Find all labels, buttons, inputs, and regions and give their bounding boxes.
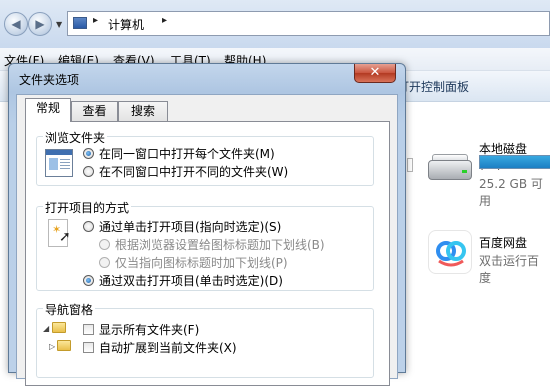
group-title-nav: 导航窗格 xyxy=(43,301,96,318)
tab-view[interactable]: 查看 xyxy=(71,101,118,121)
window-preview-icon xyxy=(45,149,73,177)
radio-double-click[interactable] xyxy=(83,275,94,286)
breadcrumb-separator-icon[interactable]: ▸ xyxy=(93,15,98,26)
label-underline-point[interactable]: 仅当指向图标标题时加下划线(P) xyxy=(115,254,288,271)
folder-icon xyxy=(52,322,66,333)
label-single-click[interactable]: 通过单击打开项目(指向时选定)(S) xyxy=(99,218,281,235)
checkbox-show-all-folders[interactable] xyxy=(83,324,94,335)
browse-folders-group: 浏览文件夹 在同一窗口中打开每个文件夹(M) 在不同窗口中打开不同的文件夹(W) xyxy=(36,129,374,186)
app-description: 双击运行百度 xyxy=(479,254,540,285)
baidu-netdisk-icon[interactable] xyxy=(428,230,472,274)
close-icon: ✕ xyxy=(369,65,381,80)
close-button[interactable]: ✕ xyxy=(354,64,396,83)
recent-pages-dropdown[interactable]: ▼ xyxy=(56,20,62,29)
group-title-browse: 浏览文件夹 xyxy=(43,129,108,146)
general-tab-panel: 浏览文件夹 在同一窗口中打开每个文件夹(M) 在不同窗口中打开不同的文件夹(W)… xyxy=(25,121,390,386)
hard-drive-icon[interactable] xyxy=(428,152,472,184)
radio-single-click[interactable] xyxy=(83,221,94,232)
dialog-title: 文件夹选项 xyxy=(19,73,80,87)
tree-collapsed-icon: ▷ xyxy=(49,342,56,351)
forward-button[interactable]: ▶ xyxy=(28,12,52,36)
label-double-click[interactable]: 通过双击打开项目(单击时选定)(D) xyxy=(99,272,283,289)
tab-search[interactable]: 搜索 xyxy=(118,101,168,121)
group-title-click: 打开项目的方式 xyxy=(43,199,132,216)
breadcrumb-computer[interactable]: 计算机 xyxy=(108,16,144,33)
label-auto-expand[interactable]: 自动扩展到当前文件夹(X) xyxy=(99,339,237,356)
navigation-pane-group: 导航窗格 ◢ ▷ 显示所有文件夹(F) 自动扩展到当前文件夹(X) xyxy=(36,301,374,378)
label-same-window[interactable]: 在同一窗口中打开每个文件夹(M) xyxy=(99,145,275,162)
radio-same-window[interactable] xyxy=(83,148,94,159)
drive-free-space: 25.2 GB 可用 xyxy=(479,177,543,208)
click-cursor-icon: ✶ ➚ xyxy=(45,219,73,247)
computer-icon xyxy=(73,17,87,29)
address-bar[interactable]: ▸ 计算机 ▸ xyxy=(67,11,550,36)
click-items-group: 打开项目的方式 ✶ ➚ 通过单击打开项目(指向时选定)(S) 根据浏览器设置给图标… xyxy=(36,199,374,291)
scroll-marker xyxy=(407,158,413,172)
breadcrumb-separator-icon[interactable]: ▸ xyxy=(162,15,167,26)
tab-general[interactable]: 常规 xyxy=(25,98,71,122)
tree-expanded-icon: ◢ xyxy=(43,324,50,333)
radio-new-window[interactable] xyxy=(83,166,94,177)
label-new-window[interactable]: 在不同窗口中打开不同的文件夹(W) xyxy=(99,163,288,180)
folder-icon xyxy=(57,340,71,351)
label-show-all-folders[interactable]: 显示所有文件夹(F) xyxy=(99,321,199,338)
app-name[interactable]: 百度网盘 xyxy=(479,234,527,251)
drive-usage-bar xyxy=(479,155,550,169)
label-underline-browser[interactable]: 根据浏览器设置给图标标题加下划线(B) xyxy=(115,236,325,253)
open-control-panel-button[interactable]: 打开控制面板 xyxy=(397,78,469,95)
dialog-body: 常规 查看 搜索 浏览文件夹 在同一窗口中打开每个文件夹(M) 在不同窗口中打开… xyxy=(16,94,398,386)
checkbox-auto-expand[interactable] xyxy=(83,342,94,353)
radio-underline-point[interactable] xyxy=(99,257,110,268)
back-button[interactable]: ◀ xyxy=(4,12,28,36)
explorer-toolbar: ◀ ▶ ▼ ▸ 计算机 ▸ xyxy=(0,0,550,48)
folder-options-dialog: 文件夹选项 ✕ 常规 查看 搜索 浏览文件夹 在同一窗口中打开每个文件夹(M) … xyxy=(8,63,406,386)
radio-underline-browser[interactable] xyxy=(99,239,110,250)
